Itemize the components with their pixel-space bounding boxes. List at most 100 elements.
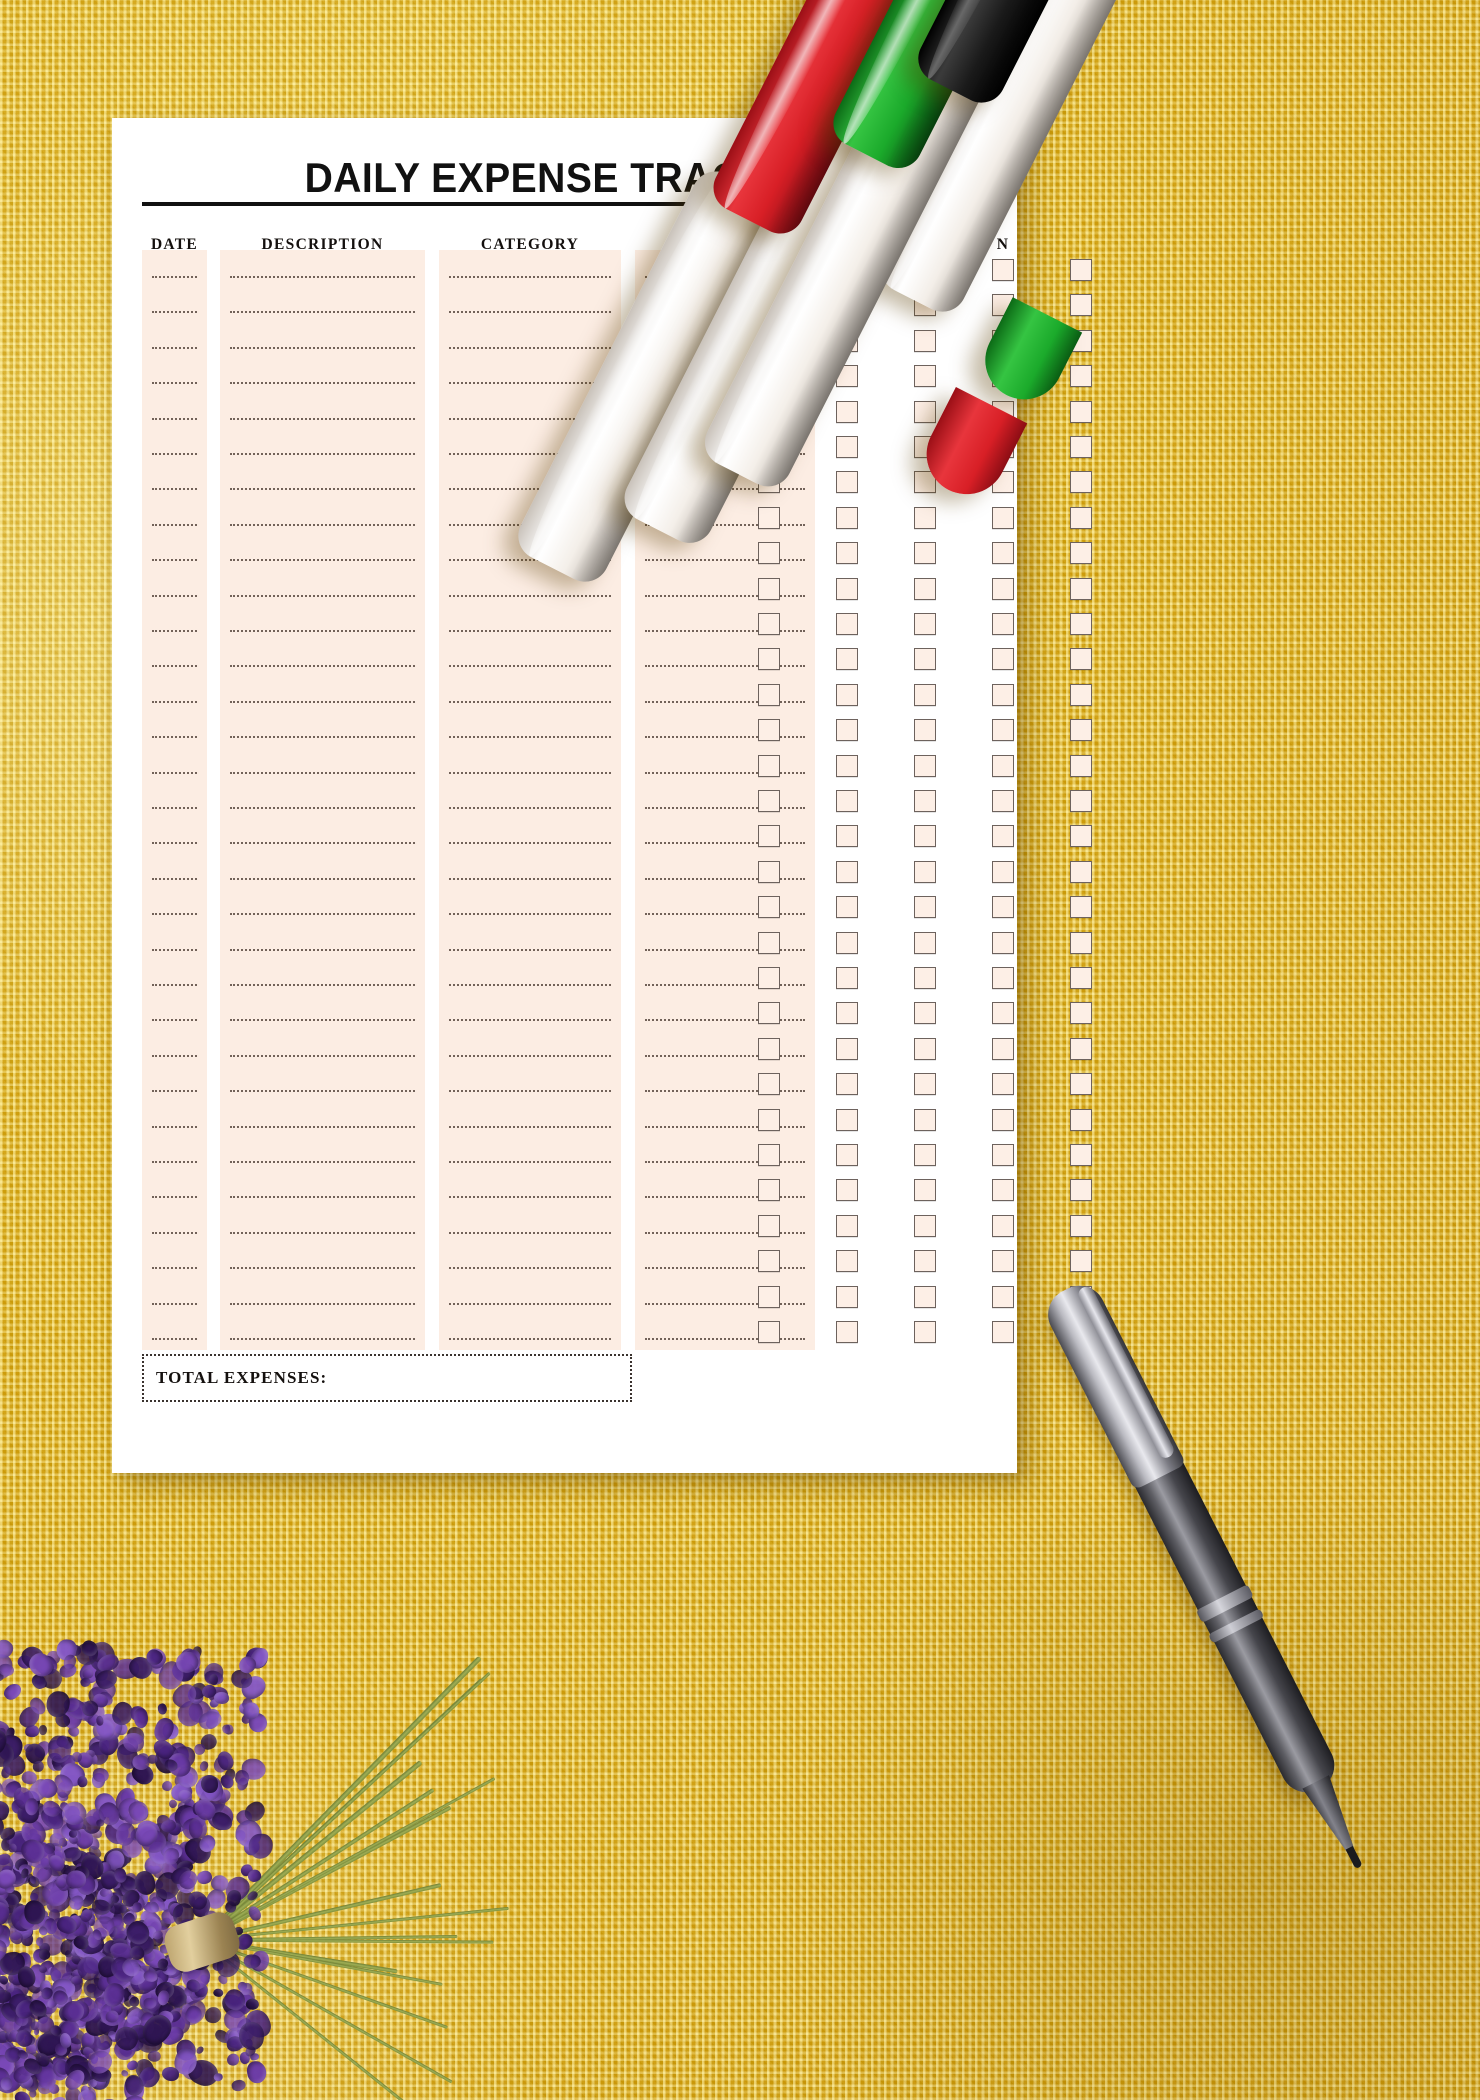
checkbox-credit-row-14[interactable] bbox=[836, 719, 858, 742]
checkbox-cash-row-10[interactable] bbox=[758, 577, 780, 600]
entry-line-description-13[interactable] bbox=[230, 700, 415, 703]
entry-line-category-22[interactable] bbox=[449, 1019, 611, 1022]
entry-line-description-4[interactable] bbox=[230, 382, 415, 385]
entry-line-date-17[interactable] bbox=[152, 842, 197, 845]
checkbox-cash-row-27[interactable] bbox=[758, 1179, 780, 1202]
checkbox-col5-row-8[interactable] bbox=[1070, 506, 1092, 529]
checkbox-col5-row-1[interactable] bbox=[1070, 259, 1092, 281]
checkbox-debit-row-25[interactable] bbox=[914, 1108, 936, 1131]
checkbox-credit-row-23[interactable] bbox=[836, 1037, 858, 1060]
checkbox-col4-row-30[interactable] bbox=[992, 1285, 1014, 1308]
entry-line-date-23[interactable] bbox=[152, 1054, 197, 1057]
entry-line-amount-11[interactable] bbox=[645, 630, 805, 632]
checkbox-col4-row-25[interactable] bbox=[992, 1108, 1014, 1131]
checkbox-col4-row-17[interactable] bbox=[992, 825, 1014, 848]
entry-line-category-16[interactable] bbox=[449, 807, 611, 809]
entry-line-category-31[interactable] bbox=[449, 1338, 611, 1340]
entry-line-date-18[interactable] bbox=[152, 877, 197, 880]
checkbox-debit-row-16[interactable] bbox=[914, 790, 936, 812]
checkbox-cash-row-16[interactable] bbox=[758, 790, 780, 812]
entry-line-date-11[interactable] bbox=[152, 630, 197, 632]
checkbox-col5-row-29[interactable] bbox=[1070, 1250, 1092, 1273]
entry-line-amount-28[interactable] bbox=[645, 1231, 805, 1234]
entry-line-amount-20[interactable] bbox=[645, 948, 805, 951]
checkbox-debit-row-9[interactable] bbox=[914, 542, 936, 565]
checkbox-credit-row-21[interactable] bbox=[836, 967, 858, 989]
entry-line-date-12[interactable] bbox=[152, 665, 197, 668]
checkbox-cash-row-21[interactable] bbox=[758, 967, 780, 989]
checkbox-debit-row-20[interactable] bbox=[914, 931, 936, 954]
checkbox-cash-row-30[interactable] bbox=[758, 1285, 780, 1308]
checkbox-debit-row-22[interactable] bbox=[914, 1002, 936, 1025]
entry-line-description-3[interactable] bbox=[230, 346, 415, 349]
entry-line-amount-17[interactable] bbox=[645, 842, 805, 845]
entry-line-category-11[interactable] bbox=[449, 630, 611, 632]
entry-line-date-28[interactable] bbox=[152, 1231, 197, 1234]
checkbox-credit-row-18[interactable] bbox=[836, 860, 858, 883]
entry-line-description-31[interactable] bbox=[230, 1338, 415, 1340]
entry-line-description-9[interactable] bbox=[230, 559, 415, 562]
checkbox-credit-row-5[interactable] bbox=[836, 400, 858, 423]
entry-line-date-9[interactable] bbox=[152, 559, 197, 562]
checkbox-debit-row-11[interactable] bbox=[914, 613, 936, 635]
entry-line-description-14[interactable] bbox=[230, 736, 415, 739]
checkbox-credit-row-7[interactable] bbox=[836, 471, 858, 494]
checkbox-cash-row-9[interactable] bbox=[758, 542, 780, 565]
checkbox-debit-row-13[interactable] bbox=[914, 683, 936, 706]
checkbox-cash-row-15[interactable] bbox=[758, 754, 780, 777]
entry-line-date-24[interactable] bbox=[152, 1090, 197, 1093]
entry-line-amount-24[interactable] bbox=[645, 1090, 805, 1093]
checkbox-col4-row-14[interactable] bbox=[992, 719, 1014, 742]
entry-line-description-15[interactable] bbox=[230, 771, 415, 774]
entry-line-category-29[interactable] bbox=[449, 1267, 611, 1270]
checkbox-col4-row-10[interactable] bbox=[992, 577, 1014, 600]
entry-line-description-5[interactable] bbox=[230, 417, 415, 420]
checkbox-credit-row-29[interactable] bbox=[836, 1250, 858, 1273]
checkbox-col4-row-24[interactable] bbox=[992, 1073, 1014, 1096]
entry-line-category-17[interactable] bbox=[449, 842, 611, 845]
checkbox-cash-row-11[interactable] bbox=[758, 613, 780, 635]
checkbox-debit-row-19[interactable] bbox=[914, 896, 936, 919]
entry-line-category-26[interactable] bbox=[449, 1161, 611, 1163]
entry-line-category-4[interactable] bbox=[449, 382, 611, 385]
entry-line-category-18[interactable] bbox=[449, 877, 611, 880]
entry-line-category-23[interactable] bbox=[449, 1054, 611, 1057]
entry-line-amount-13[interactable] bbox=[645, 700, 805, 703]
checkbox-col5-row-4[interactable] bbox=[1070, 365, 1092, 388]
checkbox-col5-row-23[interactable] bbox=[1070, 1037, 1092, 1060]
entry-line-category-24[interactable] bbox=[449, 1090, 611, 1093]
checkbox-col4-row-26[interactable] bbox=[992, 1144, 1014, 1166]
checkbox-cash-row-12[interactable] bbox=[758, 648, 780, 671]
checkbox-col5-row-27[interactable] bbox=[1070, 1179, 1092, 1202]
checkbox-col4-row-8[interactable] bbox=[992, 506, 1014, 529]
checkbox-col5-row-26[interactable] bbox=[1070, 1144, 1092, 1166]
entry-line-category-25[interactable] bbox=[449, 1125, 611, 1128]
entry-line-date-31[interactable] bbox=[152, 1338, 197, 1340]
entry-line-description-16[interactable] bbox=[230, 807, 415, 809]
checkbox-credit-row-19[interactable] bbox=[836, 896, 858, 919]
checkbox-col5-row-22[interactable] bbox=[1070, 1002, 1092, 1025]
entry-line-description-24[interactable] bbox=[230, 1090, 415, 1093]
entry-line-description-29[interactable] bbox=[230, 1267, 415, 1270]
entry-line-date-16[interactable] bbox=[152, 807, 197, 809]
checkbox-col5-row-14[interactable] bbox=[1070, 719, 1092, 742]
checkbox-col4-row-27[interactable] bbox=[992, 1179, 1014, 1202]
checkbox-debit-row-17[interactable] bbox=[914, 825, 936, 848]
checkbox-credit-row-25[interactable] bbox=[836, 1108, 858, 1131]
entry-line-description-28[interactable] bbox=[230, 1231, 415, 1234]
entry-line-category-1[interactable] bbox=[449, 276, 611, 278]
entry-line-date-27[interactable] bbox=[152, 1196, 197, 1199]
entry-line-description-27[interactable] bbox=[230, 1196, 415, 1199]
entry-line-date-13[interactable] bbox=[152, 700, 197, 703]
checkbox-col5-row-2[interactable] bbox=[1070, 294, 1092, 317]
entry-line-date-2[interactable] bbox=[152, 311, 197, 314]
checkbox-col4-row-1[interactable] bbox=[992, 259, 1014, 281]
checkbox-cash-row-20[interactable] bbox=[758, 931, 780, 954]
checkbox-cash-row-23[interactable] bbox=[758, 1037, 780, 1060]
checkbox-col5-row-24[interactable] bbox=[1070, 1073, 1092, 1096]
entry-line-amount-14[interactable] bbox=[645, 736, 805, 739]
entry-line-amount-22[interactable] bbox=[645, 1019, 805, 1022]
checkbox-col4-row-19[interactable] bbox=[992, 896, 1014, 919]
entry-line-amount-29[interactable] bbox=[645, 1267, 805, 1270]
checkbox-debit-row-5[interactable] bbox=[914, 400, 936, 423]
